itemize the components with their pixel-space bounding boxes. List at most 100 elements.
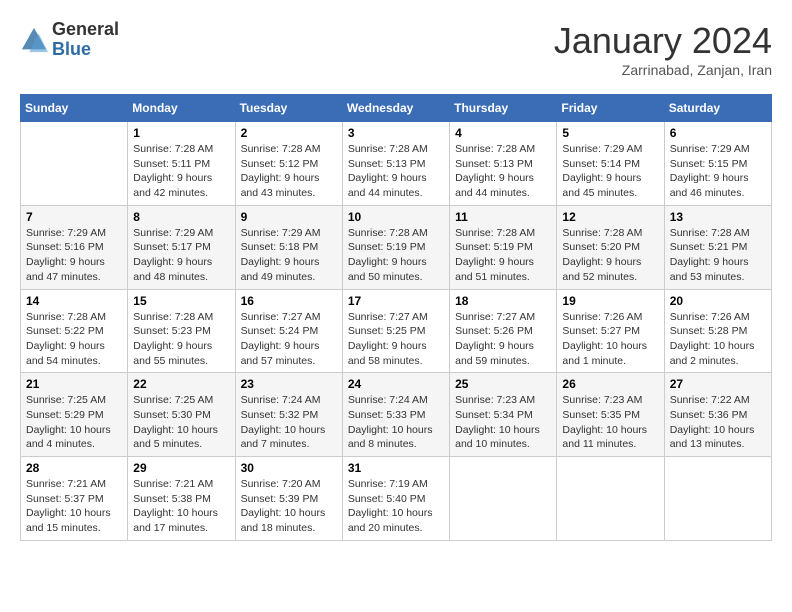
day-number: 23	[241, 377, 337, 391]
day-info: Sunrise: 7:21 AMSunset: 5:38 PMDaylight:…	[133, 477, 229, 536]
day-cell: 2 Sunrise: 7:28 AMSunset: 5:12 PMDaylight…	[235, 122, 342, 206]
header-wednesday: Wednesday	[342, 95, 449, 122]
day-cell: 10Sunrise: 7:28 AMSunset: 5:19 PMDayligh…	[342, 205, 449, 289]
week-row-1: 1 Sunrise: 7:28 AMSunset: 5:11 PMDaylight…	[21, 122, 772, 206]
day-cell	[450, 457, 557, 541]
day-number: 16	[241, 294, 337, 308]
day-number: 27	[670, 377, 766, 391]
day-cell: 18 Sunrise: 7:27 AMSunset: 5:26 PMDayligh…	[450, 289, 557, 373]
day-number: 6	[670, 126, 766, 140]
day-info: Sunrise: 7:23 AMSunset: 5:34 PMDaylight:…	[455, 393, 551, 452]
day-cell	[557, 457, 664, 541]
week-row-5: 28Sunrise: 7:21 AMSunset: 5:37 PMDayligh…	[21, 457, 772, 541]
logo: General Blue	[20, 20, 119, 60]
day-cell: 8Sunrise: 7:29 AMSunset: 5:17 PMDaylight…	[128, 205, 235, 289]
day-info: Sunrise: 7:28 AMSunset: 5:20 PMDaylight:…	[562, 226, 658, 285]
day-info: Sunrise: 7:25 AMSunset: 5:30 PMDaylight:…	[133, 393, 229, 452]
day-info: Sunrise: 7:24 AMSunset: 5:33 PMDaylight:…	[348, 393, 444, 452]
location: Zarrinabad, Zanjan, Iran	[554, 62, 772, 78]
day-info: Sunrise: 7:26 AMSunset: 5:28 PMDaylight:…	[670, 310, 766, 369]
calendar-table: SundayMondayTuesdayWednesdayThursdayFrid…	[20, 94, 772, 541]
day-number: 31	[348, 461, 444, 475]
title-area: January 2024 Zarrinabad, Zanjan, Iran	[554, 20, 772, 78]
day-cell: 13Sunrise: 7:28 AMSunset: 5:21 PMDayligh…	[664, 205, 771, 289]
day-cell: 6 Sunrise: 7:29 AMSunset: 5:15 PMDaylight…	[664, 122, 771, 206]
day-info: Sunrise: 7:25 AMSunset: 5:29 PMDaylight:…	[26, 393, 122, 452]
day-number: 14	[26, 294, 122, 308]
day-cell: 21Sunrise: 7:25 AMSunset: 5:29 PMDayligh…	[21, 373, 128, 457]
month-title: January 2024	[554, 20, 772, 62]
week-row-3: 14 Sunrise: 7:28 AMSunset: 5:22 PMDayligh…	[21, 289, 772, 373]
logo-blue: Blue	[52, 40, 119, 60]
day-cell: 12Sunrise: 7:28 AMSunset: 5:20 PMDayligh…	[557, 205, 664, 289]
day-cell: 25 Sunrise: 7:23 AMSunset: 5:34 PMDayligh…	[450, 373, 557, 457]
day-cell: 27Sunrise: 7:22 AMSunset: 5:36 PMDayligh…	[664, 373, 771, 457]
day-info: Sunrise: 7:19 AMSunset: 5:40 PMDaylight:…	[348, 477, 444, 536]
day-cell: 20 Sunrise: 7:26 AMSunset: 5:28 PMDayligh…	[664, 289, 771, 373]
day-cell: 9Sunrise: 7:29 AMSunset: 5:18 PMDaylight…	[235, 205, 342, 289]
day-number: 10	[348, 210, 444, 224]
day-cell: 30Sunrise: 7:20 AMSunset: 5:39 PMDayligh…	[235, 457, 342, 541]
day-info: Sunrise: 7:29 AMSunset: 5:17 PMDaylight:…	[133, 226, 229, 285]
header-sunday: Sunday	[21, 95, 128, 122]
day-info: Sunrise: 7:28 AMSunset: 5:11 PMDaylight:…	[133, 142, 229, 201]
day-number: 29	[133, 461, 229, 475]
day-number: 25	[455, 377, 551, 391]
day-info: Sunrise: 7:21 AMSunset: 5:37 PMDaylight:…	[26, 477, 122, 536]
day-number: 15	[133, 294, 229, 308]
day-info: Sunrise: 7:27 AMSunset: 5:25 PMDaylight:…	[348, 310, 444, 369]
day-info: Sunrise: 7:27 AMSunset: 5:24 PMDaylight:…	[241, 310, 337, 369]
logo-general: General	[52, 20, 119, 40]
day-info: Sunrise: 7:27 AMSunset: 5:26 PMDaylight:…	[455, 310, 551, 369]
day-info: Sunrise: 7:29 AMSunset: 5:14 PMDaylight:…	[562, 142, 658, 201]
day-cell: 26 Sunrise: 7:23 AMSunset: 5:35 PMDayligh…	[557, 373, 664, 457]
day-number: 7	[26, 210, 122, 224]
day-number: 26	[562, 377, 658, 391]
page-header: General Blue January 2024 Zarrinabad, Za…	[20, 20, 772, 78]
day-cell	[21, 122, 128, 206]
day-cell: 4Sunrise: 7:28 AMSunset: 5:13 PMDaylight…	[450, 122, 557, 206]
day-cell: 22Sunrise: 7:25 AMSunset: 5:30 PMDayligh…	[128, 373, 235, 457]
day-cell: 29 Sunrise: 7:21 AMSunset: 5:38 PMDayligh…	[128, 457, 235, 541]
header-monday: Monday	[128, 95, 235, 122]
day-info: Sunrise: 7:23 AMSunset: 5:35 PMDaylight:…	[562, 393, 658, 452]
day-number: 13	[670, 210, 766, 224]
day-number: 17	[348, 294, 444, 308]
header-saturday: Saturday	[664, 95, 771, 122]
day-cell: 16 Sunrise: 7:27 AMSunset: 5:24 PMDayligh…	[235, 289, 342, 373]
week-row-4: 21Sunrise: 7:25 AMSunset: 5:29 PMDayligh…	[21, 373, 772, 457]
day-info: Sunrise: 7:29 AMSunset: 5:15 PMDaylight:…	[670, 142, 766, 201]
logo-text: General Blue	[52, 20, 119, 60]
header-friday: Friday	[557, 95, 664, 122]
day-cell: 1 Sunrise: 7:28 AMSunset: 5:11 PMDaylight…	[128, 122, 235, 206]
day-info: Sunrise: 7:20 AMSunset: 5:39 PMDaylight:…	[241, 477, 337, 536]
header-tuesday: Tuesday	[235, 95, 342, 122]
header-thursday: Thursday	[450, 95, 557, 122]
day-cell: 19 Sunrise: 7:26 AMSunset: 5:27 PMDayligh…	[557, 289, 664, 373]
day-number: 18	[455, 294, 551, 308]
day-cell: 11 Sunrise: 7:28 AMSunset: 5:19 PMDayligh…	[450, 205, 557, 289]
day-cell: 5Sunrise: 7:29 AMSunset: 5:14 PMDaylight…	[557, 122, 664, 206]
day-info: Sunrise: 7:24 AMSunset: 5:32 PMDaylight:…	[241, 393, 337, 452]
day-cell: 3Sunrise: 7:28 AMSunset: 5:13 PMDaylight…	[342, 122, 449, 206]
day-cell: 14 Sunrise: 7:28 AMSunset: 5:22 PMDayligh…	[21, 289, 128, 373]
day-number: 1	[133, 126, 229, 140]
week-row-2: 7Sunrise: 7:29 AMSunset: 5:16 PMDaylight…	[21, 205, 772, 289]
day-info: Sunrise: 7:28 AMSunset: 5:22 PMDaylight:…	[26, 310, 122, 369]
day-number: 11	[455, 210, 551, 224]
day-info: Sunrise: 7:28 AMSunset: 5:19 PMDaylight:…	[455, 226, 551, 285]
day-info: Sunrise: 7:26 AMSunset: 5:27 PMDaylight:…	[562, 310, 658, 369]
day-number: 24	[348, 377, 444, 391]
day-info: Sunrise: 7:28 AMSunset: 5:12 PMDaylight:…	[241, 142, 337, 201]
day-cell: 23 Sunrise: 7:24 AMSunset: 5:32 PMDayligh…	[235, 373, 342, 457]
logo-icon	[20, 26, 48, 54]
day-number: 2	[241, 126, 337, 140]
day-cell: 15Sunrise: 7:28 AMSunset: 5:23 PMDayligh…	[128, 289, 235, 373]
day-number: 19	[562, 294, 658, 308]
day-cell: 17 Sunrise: 7:27 AMSunset: 5:25 PMDayligh…	[342, 289, 449, 373]
day-cell: 28Sunrise: 7:21 AMSunset: 5:37 PMDayligh…	[21, 457, 128, 541]
day-number: 9	[241, 210, 337, 224]
day-number: 20	[670, 294, 766, 308]
day-info: Sunrise: 7:28 AMSunset: 5:13 PMDaylight:…	[455, 142, 551, 201]
day-info: Sunrise: 7:28 AMSunset: 5:13 PMDaylight:…	[348, 142, 444, 201]
